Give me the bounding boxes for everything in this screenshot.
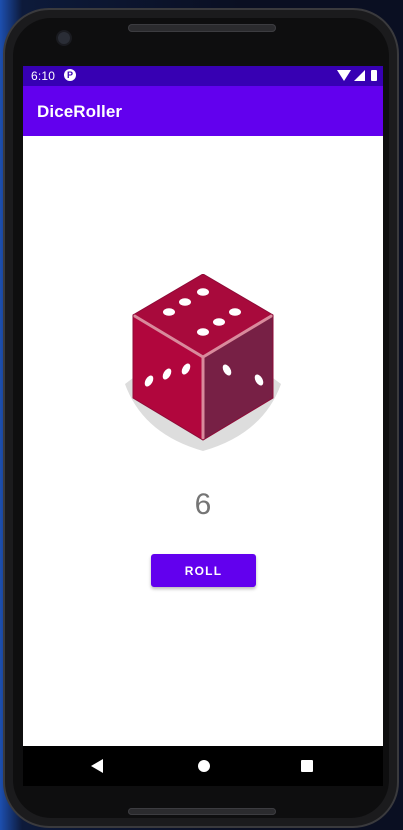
signal-icon: [354, 70, 365, 81]
home-icon[interactable]: [198, 760, 210, 772]
app-title: DiceRoller: [37, 102, 123, 121]
wifi-icon: [337, 70, 351, 81]
p-app-icon: P: [64, 69, 76, 81]
top-speaker: [128, 24, 276, 32]
status-bar: 6:10 P: [23, 66, 383, 86]
device-screen: 6:10 P DiceRoller 6 ROLL: [23, 66, 383, 786]
app-bar: DiceRoller: [23, 86, 383, 136]
battery-icon: [371, 70, 377, 81]
status-time: 6:10: [31, 69, 56, 83]
dice-image: [123, 274, 283, 452]
bottom-speaker: [128, 808, 276, 815]
status-icons: [337, 70, 377, 82]
main-content: 6 ROLL: [23, 136, 383, 746]
roll-button[interactable]: ROLL: [151, 554, 256, 587]
result-text: 6: [194, 488, 212, 521]
back-icon[interactable]: [91, 759, 103, 773]
front-camera: [56, 30, 72, 46]
dice-icon: [125, 274, 281, 451]
navigation-bar: [23, 746, 383, 786]
recents-icon[interactable]: [301, 760, 313, 772]
